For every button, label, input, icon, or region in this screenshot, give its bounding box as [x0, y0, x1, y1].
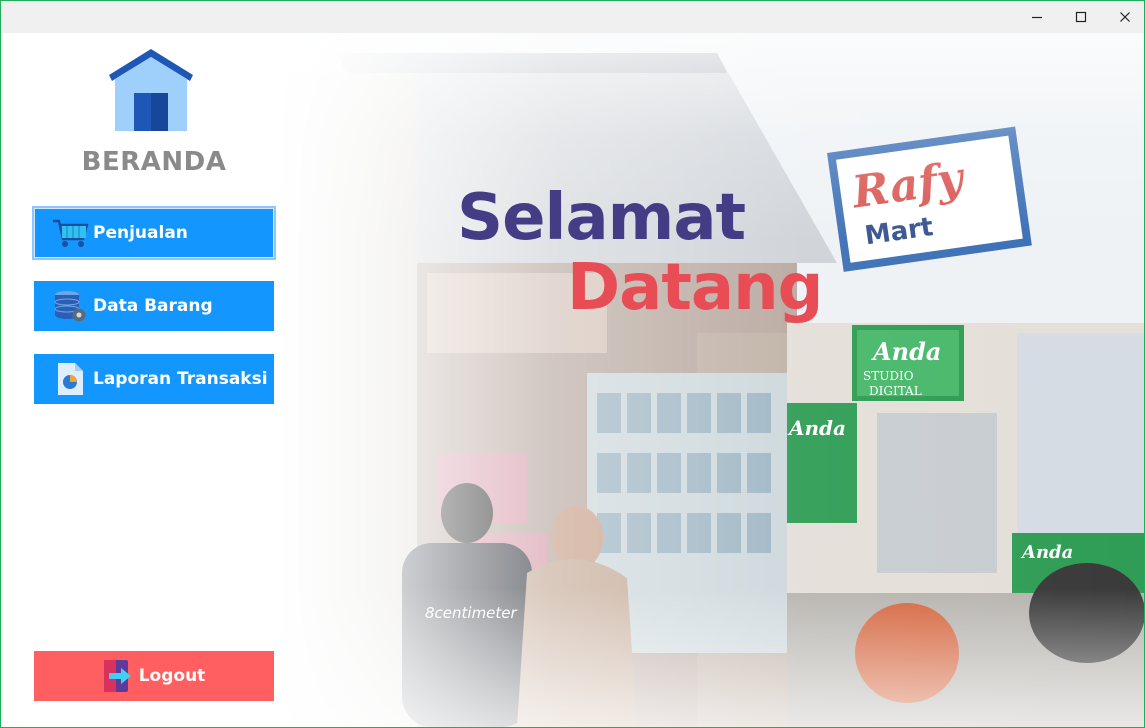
maximize-button[interactable]: [1059, 1, 1103, 33]
maximize-icon: [1075, 11, 1087, 23]
sidebar-item-label: Data Barang: [93, 296, 213, 316]
svg-text:Anda: Anda: [787, 416, 846, 440]
close-button[interactable]: [1103, 1, 1144, 33]
minimize-icon: [1032, 16, 1042, 19]
svg-text:STUDIO: STUDIO: [863, 369, 914, 383]
report-chart-icon: [50, 362, 90, 396]
logout-button[interactable]: Logout: [34, 651, 274, 701]
home-icon: [109, 49, 193, 131]
svg-text:Anda: Anda: [1020, 542, 1073, 563]
database-gear-icon: [50, 289, 90, 323]
welcome-title-line1: Selamat: [457, 181, 746, 255]
shopping-cart-icon: [50, 216, 90, 250]
title-bar: [1, 1, 1144, 33]
close-icon: [1120, 12, 1130, 22]
welcome-title-line2: Datang: [567, 251, 823, 325]
sidebar-item-laporan-transaksi[interactable]: Laporan Transaksi: [34, 354, 274, 404]
svg-text:DIGITAL: DIGITAL: [869, 384, 922, 398]
main-content: Rafy Mart Anda STUDIO DIGITAL Anda Anda: [1, 33, 1144, 727]
shirt-text: 8centimeter: [425, 604, 518, 622]
background-photo: Rafy Mart Anda STUDIO DIGITAL Anda Anda: [277, 33, 1144, 727]
sidebar-item-label: Penjualan: [93, 223, 188, 243]
app-window: Rafy Mart Anda STUDIO DIGITAL Anda Anda: [0, 0, 1145, 728]
sidebar-title: BERANDA: [81, 147, 227, 177]
svg-text:Anda: Anda: [871, 337, 941, 366]
logout-icon: [103, 659, 133, 693]
sidebar-item-label: Laporan Transaksi: [93, 369, 268, 389]
sidebar-item-data-barang[interactable]: Data Barang: [34, 281, 274, 331]
sidebar-item-penjualan[interactable]: Penjualan: [32, 206, 276, 260]
minimize-button[interactable]: [1015, 1, 1059, 33]
logout-label: Logout: [138, 666, 206, 686]
